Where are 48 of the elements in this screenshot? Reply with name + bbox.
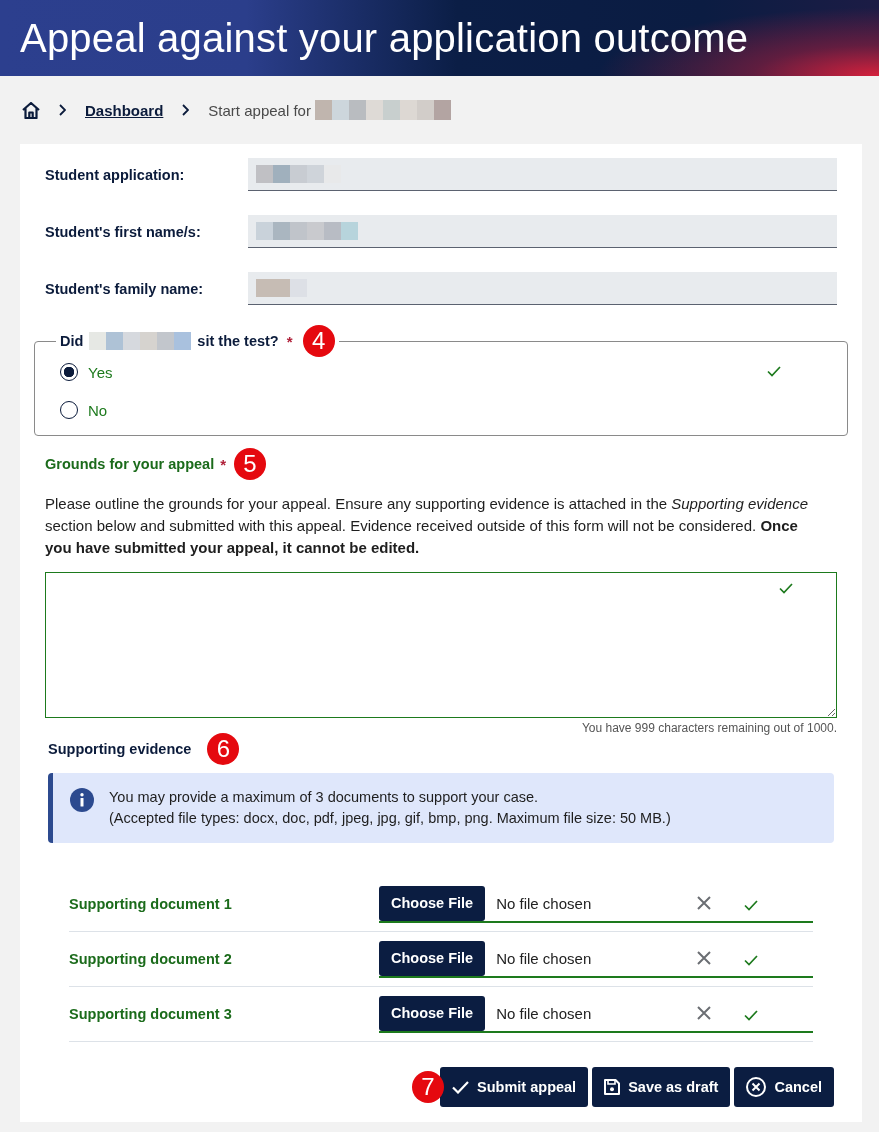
question-text: sit the test? (197, 333, 279, 349)
choose-file-button[interactable]: Choose File (379, 885, 486, 921)
radio-label[interactable]: No (88, 401, 108, 419)
callout-number: 6 (207, 733, 240, 765)
field-label: Student's first name/s: (45, 223, 202, 240)
field-label: Student's family name: (45, 280, 205, 297)
file-upload-field[interactable]: Choose File No file chosen (379, 940, 813, 978)
file-status: No file chosen (496, 949, 592, 967)
cancel-circle-icon (746, 1077, 767, 1097)
callout-number: 7 (412, 1071, 445, 1103)
breadcrumb-current: Start appeal for (208, 101, 311, 119)
required-mark: * (286, 332, 293, 350)
choose-file-button[interactable]: Choose File (379, 940, 486, 976)
info-text: You may provide a maximum of 3 documents to support your case. (109, 788, 540, 807)
document-label: Supporting document 1 (69, 896, 233, 912)
callout-number: 4 (302, 325, 335, 357)
file-status: No file chosen (496, 894, 592, 912)
close-icon[interactable] (697, 896, 711, 910)
chevron-icon (182, 104, 190, 116)
file-upload-field[interactable]: Choose File No file chosen (379, 995, 813, 1033)
chevron-icon (59, 104, 66, 116)
info-icon (70, 788, 94, 812)
document-label: Supporting document 3 (69, 1006, 233, 1022)
file-upload-field[interactable]: Choose File No file chosen (379, 885, 813, 923)
page-title: Appeal against your application outcome (20, 15, 749, 61)
close-icon[interactable] (697, 951, 711, 965)
document-label: Supporting document 2 (69, 951, 233, 967)
cancel-button[interactable]: Cancel (734, 1067, 834, 1107)
instructions-text: Please outline the grounds for your appeal. Ensure any supporting evidence is attached in the Supporting evidence section below and submitted with this appeal. Evidence received outside of this form will not be considered. Once you have submitted your appeal, it cannot be edited. (45, 494, 809, 558)
character-counter: You have 999 characters remaining out of 1000. (581, 721, 837, 735)
file-status: No file chosen (496, 1004, 592, 1022)
radio-label[interactable]: Yes (88, 363, 113, 381)
field-label: Student application: (45, 166, 186, 183)
callout-number: 5 (234, 448, 267, 480)
choose-file-button[interactable]: Choose File (379, 995, 486, 1031)
home-icon[interactable] (22, 101, 40, 119)
save-draft-button[interactable]: Save as draft (592, 1067, 731, 1107)
submit-button[interactable]: Submit appeal (440, 1067, 589, 1107)
check-icon (452, 1080, 470, 1094)
section-title: Supporting evidence (48, 741, 192, 757)
breadcrumb-link[interactable]: Dashboard (85, 101, 164, 119)
question-text: Did (60, 333, 84, 349)
info-text: (Accepted file types: docx, doc, pdf, jpeg, jpg, gif, bmp, png. Maximum file size: 50 MB.) (109, 809, 671, 828)
required-mark: * (220, 455, 227, 473)
close-icon[interactable] (697, 1006, 711, 1020)
radio-button[interactable] (60, 401, 78, 419)
radio-button[interactable] (60, 363, 78, 381)
grounds-label: Grounds for your appeal (45, 456, 215, 472)
